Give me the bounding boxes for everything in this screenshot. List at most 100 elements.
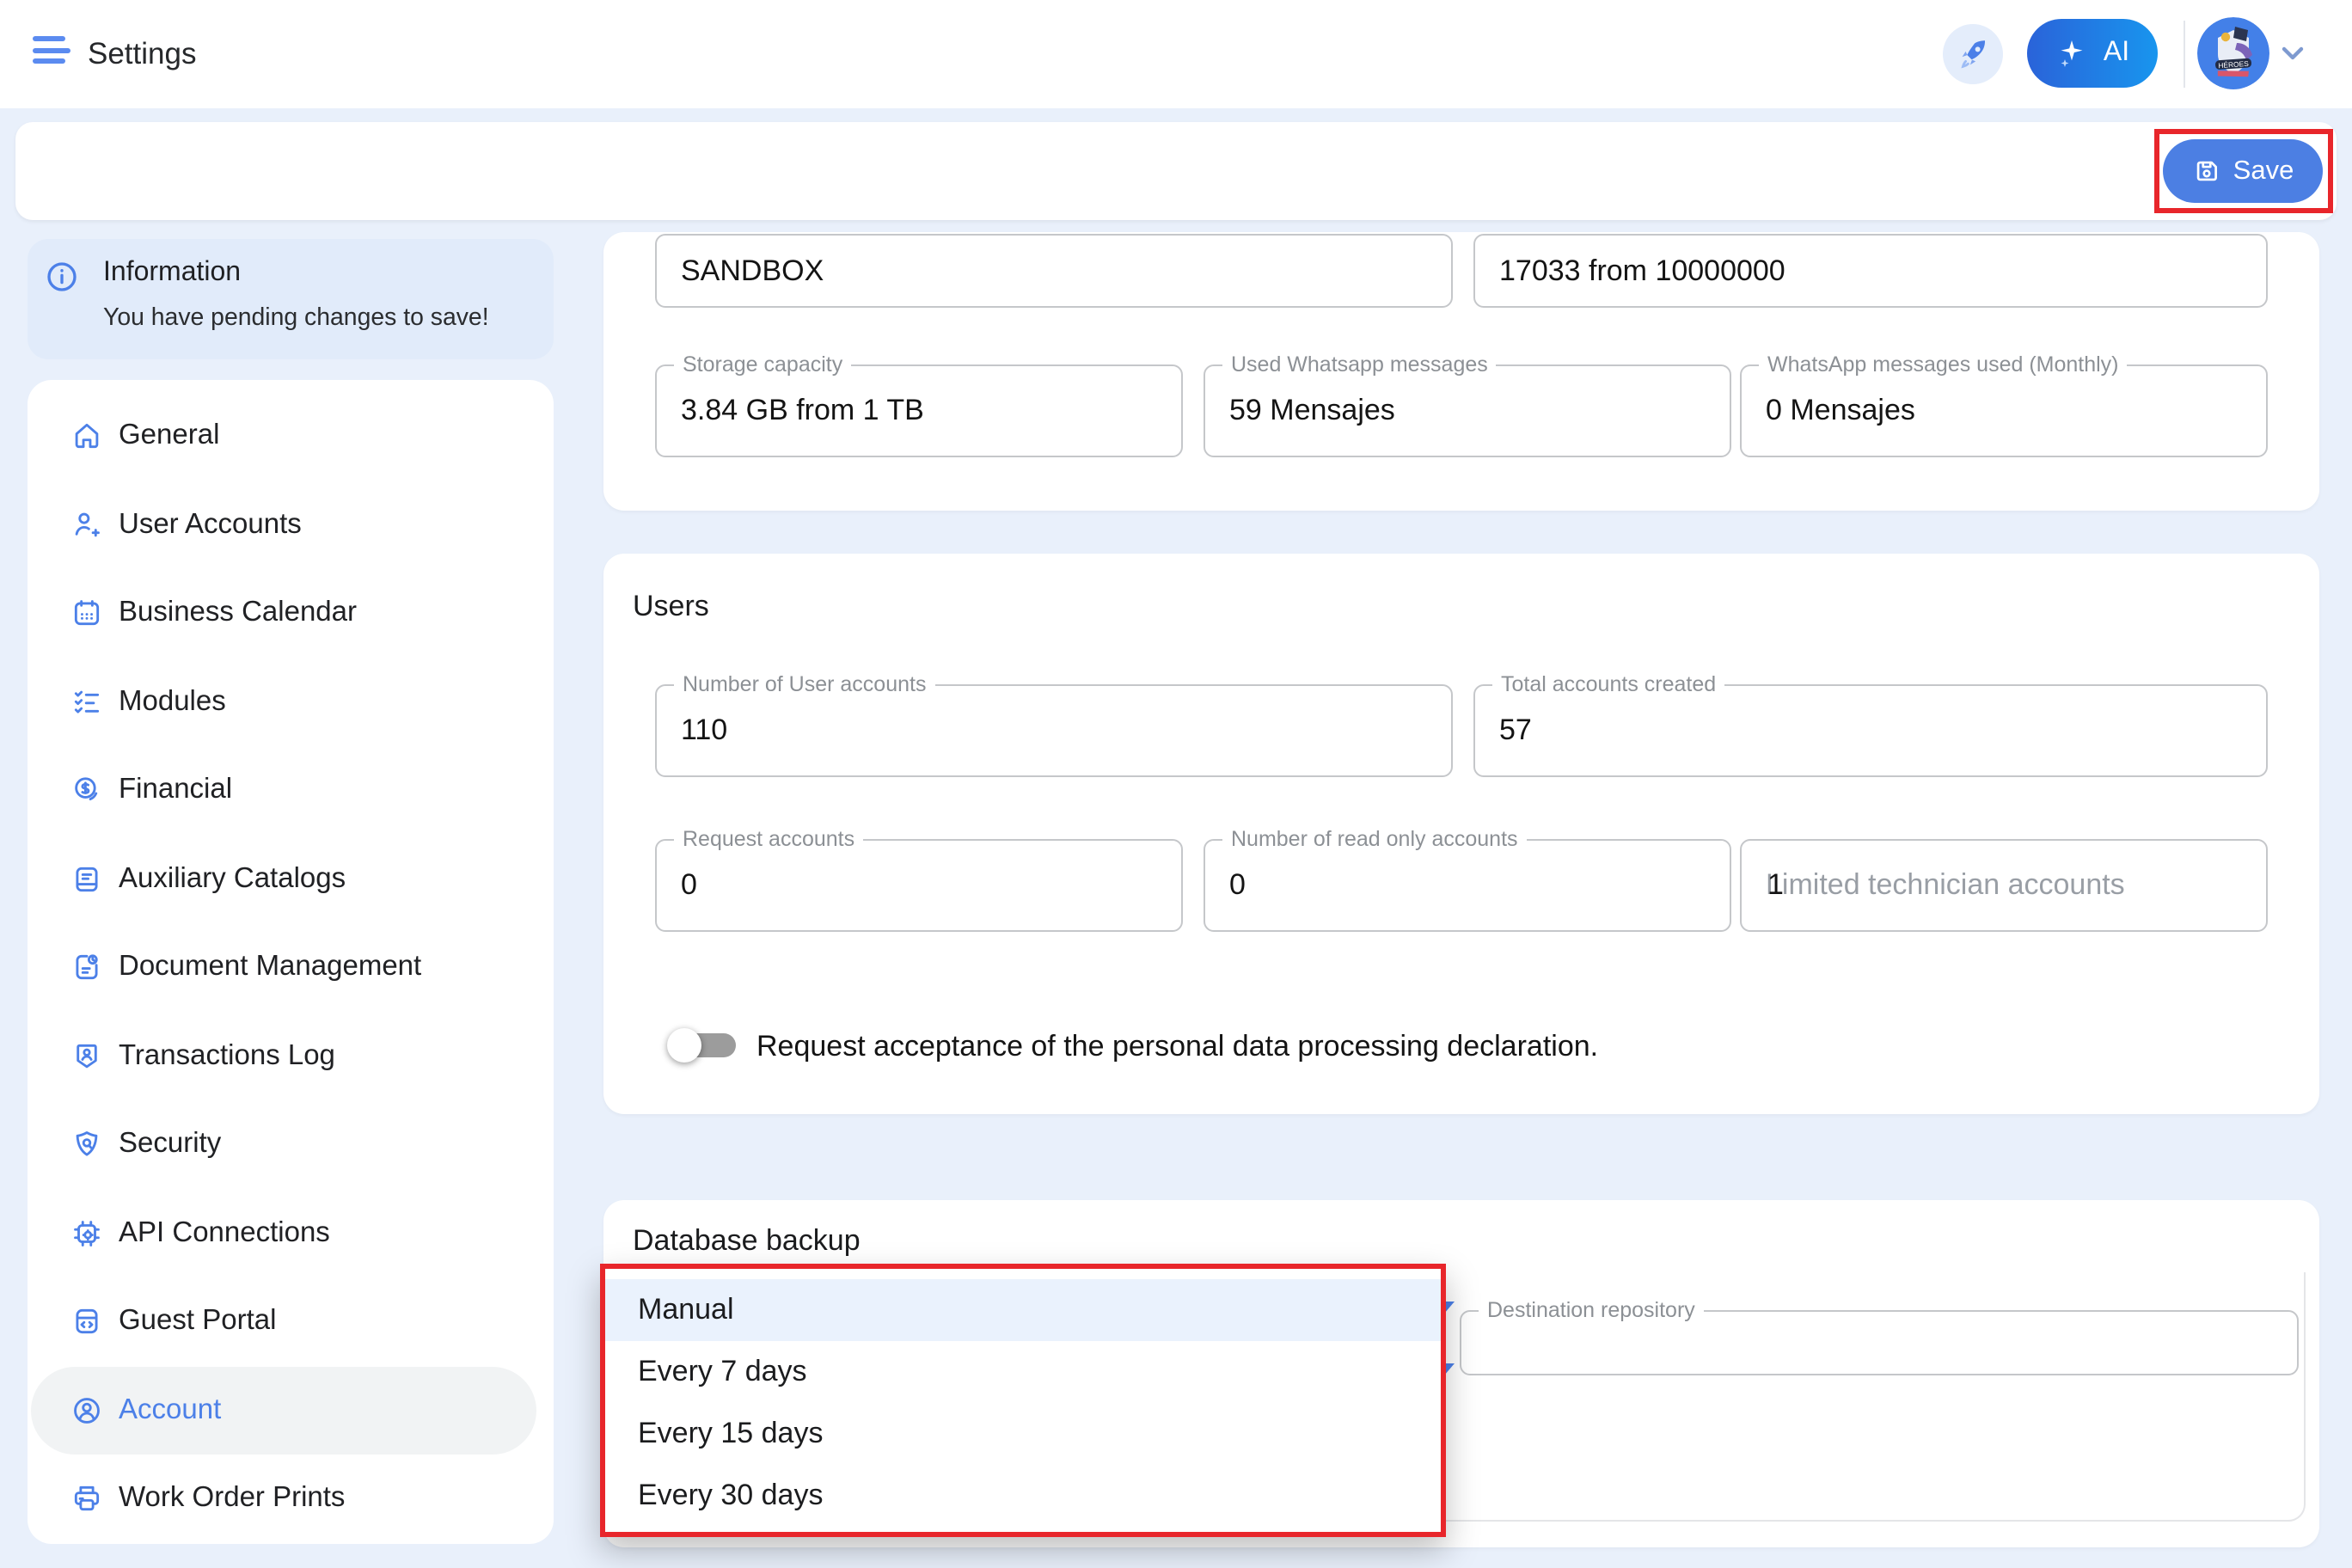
sidebar-item-label: Transactions Log [119, 1040, 335, 1073]
shield-icon [70, 1129, 103, 1161]
read-only-accounts-label: Number of read only accounts [1222, 827, 1527, 851]
total-accounts-created-label: Total accounts created [1492, 672, 1724, 696]
dropdown-option-manual[interactable]: Manual [605, 1279, 1441, 1341]
home-icon [70, 420, 103, 453]
account-circle-icon [70, 1394, 103, 1427]
destination-repository-field[interactable]: Destination repository [1460, 1310, 2299, 1375]
dropdown-option-every-30-days[interactable]: Every 30 days [605, 1465, 1441, 1527]
printer-icon [70, 1483, 103, 1516]
catalog-book-icon [70, 863, 103, 896]
sidebar-item-label: Guest Portal [119, 1306, 276, 1338]
app-header: Settings AI [0, 0, 2352, 108]
personal-data-toggle-knob[interactable] [667, 1028, 701, 1063]
sidebar-item-label: Account [119, 1394, 221, 1427]
action-toolbar [15, 122, 2337, 220]
limited-technician-placeholder: Limited technician accounts [1766, 868, 2125, 903]
settings-sidebar: General User Accounts Business Calendar … [28, 380, 554, 1544]
limited-technician-typed-value: 1 [1767, 868, 1784, 903]
sidebar-item-user-accounts[interactable]: User Accounts [28, 481, 554, 569]
calendar-icon [70, 597, 103, 630]
read-only-accounts-value: 0 [1229, 868, 1246, 903]
info-banner: Information You have pending changes to … [28, 239, 554, 359]
dollar-coin-icon [70, 775, 103, 807]
sidebar-item-security[interactable]: Security [28, 1100, 554, 1189]
sidebar-item-label: Business Calendar [119, 597, 357, 630]
save-icon [2192, 156, 2221, 186]
settings-page: Settings AI [0, 0, 2352, 1568]
number-of-user-accounts-label: Number of User accounts [674, 672, 934, 696]
storage-capacity-value: 3.84 GB from 1 TB [681, 394, 924, 428]
sidebar-item-business-calendar[interactable]: Business Calendar [28, 569, 554, 658]
ai-button[interactable]: AI [2027, 19, 2158, 88]
whatsapp-monthly-value: 0 Mensajes [1766, 394, 1915, 428]
sidebar-item-label: Auxiliary Catalogs [119, 863, 346, 896]
save-button-label: Save [2233, 156, 2294, 187]
whatsapp-used-value: 59 Mensajes [1229, 394, 1395, 428]
number-of-user-accounts-value: 110 [681, 714, 727, 748]
sidebar-item-auxiliary-catalogs[interactable]: Auxiliary Catalogs [28, 835, 554, 923]
info-banner-title: Information [103, 258, 241, 289]
transactions-badge-icon [70, 1040, 103, 1073]
info-banner-message: You have pending changes to save! [103, 304, 489, 332]
request-accounts-field[interactable]: Request accounts 0 [655, 839, 1183, 932]
dropdown-option-every-7-days[interactable]: Every 7 days [605, 1341, 1441, 1403]
sidebar-item-label: API Connections [119, 1217, 330, 1250]
portal-code-icon [70, 1306, 103, 1338]
user-plus-icon [70, 509, 103, 542]
sidebar-item-label: Work Order Prints [119, 1483, 345, 1516]
total-accounts-created-value: 57 [1499, 714, 1532, 748]
header-divider [2184, 21, 2185, 88]
sparkle-icon [2055, 36, 2090, 70]
dropdown-option-every-15-days[interactable]: Every 15 days [605, 1403, 1441, 1465]
storage-capacity-field[interactable]: Storage capacity 3.84 GB from 1 TB [655, 364, 1183, 457]
usage-field[interactable]: 17033 from 10000000 [1473, 234, 2268, 308]
storage-capacity-label: Storage capacity [674, 352, 851, 377]
number-of-user-accounts-field[interactable]: Number of User accounts 110 [655, 684, 1453, 777]
sidebar-item-label: Financial [119, 775, 232, 807]
ai-button-label: AI [2104, 38, 2129, 69]
request-accounts-value: 0 [681, 868, 697, 903]
users-section-title: Users [633, 590, 709, 624]
sidebar-item-transactions-log[interactable]: Transactions Log [28, 1012, 554, 1100]
sidebar-item-api-connections[interactable]: API Connections [28, 1189, 554, 1277]
backup-frequency-dropdown annotation-box-dropdown: Manual Every 7 days Every 15 days Every … [600, 1264, 1446, 1537]
api-chip-icon [70, 1217, 103, 1250]
sidebar-item-account[interactable]: Account [31, 1366, 536, 1455]
sidebar-item-label: Security [119, 1129, 221, 1161]
sidebar-item-financial[interactable]: Financial [28, 746, 554, 835]
page-title: Settings [88, 0, 196, 108]
checklist-icon [70, 686, 103, 719]
sidebar-item-label: User Accounts [119, 509, 302, 542]
whatsapp-used-label: Used Whatsapp messages [1222, 352, 1497, 377]
sidebar-item-general[interactable]: General [28, 392, 554, 481]
whatsapp-monthly-label: WhatsApp messages used (Monthly) [1759, 352, 2128, 377]
personal-data-toggle-label: Request acceptance of the personal data … [756, 1030, 1598, 1064]
account-overview-card: SANDBOX 17033 from 10000000 Storage capa… [603, 232, 2319, 511]
request-accounts-label: Request accounts [674, 827, 863, 851]
sidebar-item-modules[interactable]: Modules [28, 658, 554, 746]
sidebar-item-guest-portal[interactable]: Guest Portal [28, 1277, 554, 1366]
sidebar-item-label: General [119, 420, 219, 453]
destination-repository-label: Destination repository [1479, 1298, 1704, 1322]
info-icon [45, 260, 79, 294]
sidebar-item-label: Modules [119, 686, 226, 719]
plan-value: SANDBOX [681, 254, 824, 288]
plan-field[interactable]: SANDBOX [655, 234, 1453, 308]
total-accounts-created-field[interactable]: Total accounts created 57 [1473, 684, 2268, 777]
chevron-down-icon[interactable] [2282, 46, 2304, 62]
sidebar-item-work-order-prints[interactable]: Work Order Prints [28, 1455, 554, 1543]
user-avatar[interactable]: HÉROES [2197, 17, 2269, 89]
read-only-accounts-field[interactable]: Number of read only accounts 0 [1204, 839, 1731, 932]
save-button[interactable]: Save [2163, 139, 2323, 203]
rocket-icon [1955, 36, 1991, 72]
limited-technician-accounts-field[interactable]: Limited technician accounts 1 [1740, 839, 2268, 932]
document-clock-icon [70, 952, 103, 984]
usage-value: 17033 from 10000000 [1499, 254, 1785, 288]
whatsapp-monthly-field[interactable]: WhatsApp messages used (Monthly) 0 Mensa… [1740, 364, 2268, 457]
sidebar-item-document-management[interactable]: Document Management [28, 923, 554, 1012]
rocket-button[interactable] [1943, 24, 2003, 84]
whatsapp-used-field[interactable]: Used Whatsapp messages 59 Mensajes [1204, 364, 1731, 457]
sidebar-item-label: Document Management [119, 952, 421, 984]
hamburger-menu-icon[interactable] [33, 36, 74, 70]
database-backup-title: Database backup [633, 1224, 861, 1259]
